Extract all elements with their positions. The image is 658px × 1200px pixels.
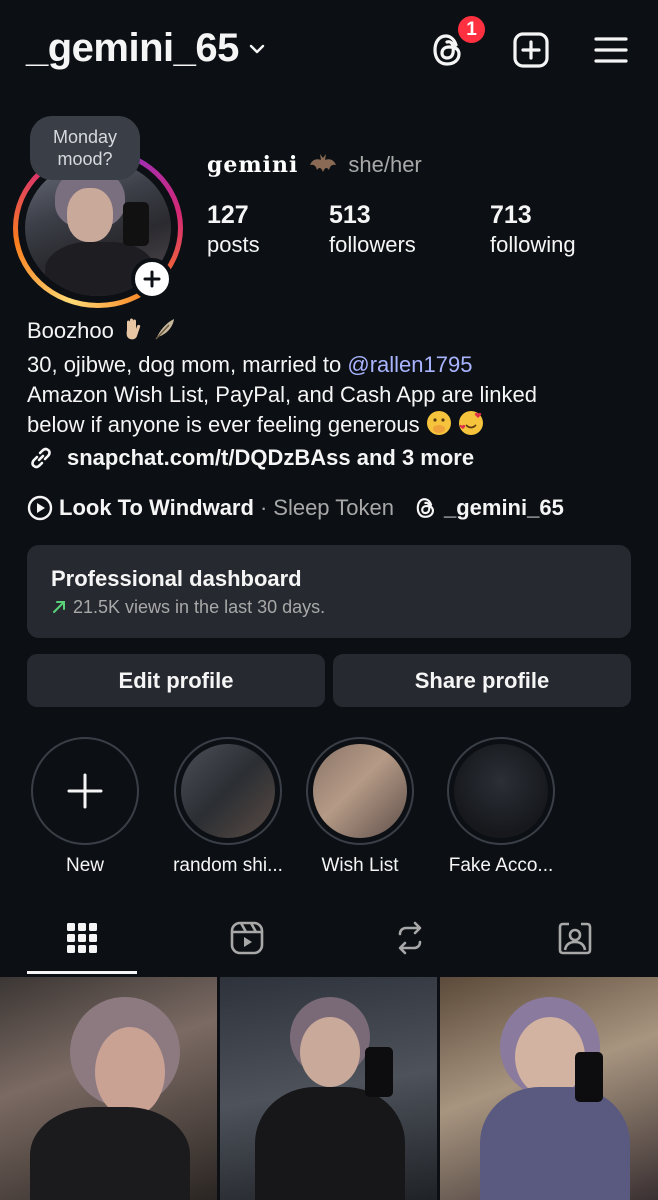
plus-icon [67,773,103,809]
note-bubble[interactable]: Monday mood? [30,116,140,180]
display-name: 𝐠𝐞𝐦𝐢𝐧𝐢 [207,152,299,178]
followers-value: 513 [329,201,371,229]
highlight-cover [181,744,275,838]
bat-icon [310,154,337,172]
posts-label: posts [207,232,260,257]
music-row: Look To Windward · Sleep Token _gemini_6… [27,495,564,521]
highlight-new[interactable]: New [27,737,143,877]
edit-profile-button[interactable]: Edit profile [27,654,325,707]
profile-tabs [0,905,658,975]
create-button[interactable] [507,26,555,74]
grid-icon [67,923,97,953]
following-value: 713 [490,201,532,229]
chevron-down-icon [249,44,265,53]
followers-label: followers [329,232,416,257]
share-profile-button[interactable]: Share profile [333,654,631,707]
highlight-wish-list[interactable]: Wish List [302,737,418,877]
professional-dashboard[interactable]: Professional dashboard 21.5K views in th… [27,545,631,638]
tab-tagged[interactable] [520,905,630,971]
tab-reels[interactable] [192,905,302,971]
reels-icon [230,921,264,955]
bio-link[interactable]: snapchat.com/t/DQDzBAss and 3 more [27,444,474,472]
post-thumbnail[interactable] [440,977,658,1200]
name-line: 𝐠𝐞𝐦𝐢𝐧𝐢 she/her [207,152,422,178]
add-story-button[interactable] [131,258,173,300]
post-thumbnail[interactable] [0,977,217,1200]
tab-reposts[interactable] [355,905,465,971]
tagged-icon [558,922,592,955]
following-label: following [490,232,576,257]
threads-icon [416,498,434,518]
highlight-label: random shi... [173,855,283,876]
highlight-label: Wish List [321,855,399,876]
active-tab-indicator [27,971,137,974]
bio-line-1: Boozhoo [27,316,647,350]
highlight-cover [313,744,407,838]
following-count[interactable]: 713 following [490,200,576,260]
menu-button[interactable] [587,26,635,74]
highlight-label: New [65,855,104,876]
mention-link[interactable]: @rallen1795 [347,352,472,377]
posts-value: 127 [207,201,249,229]
posts-count[interactable]: 127 posts [207,200,260,260]
notification-badge: 1 [455,13,488,46]
tab-posts[interactable] [27,905,137,971]
feather-icon [152,316,178,350]
bio-link-text: snapchat.com/t/DQDzBAss and 3 more [67,445,475,470]
play-circle-icon [27,495,53,521]
separator: · [259,495,268,520]
bio-line-2: 30, ojibwe, dog mom, married to @rallen1… [27,352,473,377]
song-artist[interactable]: Sleep Token [273,495,394,521]
bio: Boozhoo 30, ojibwe, dog mom, married to … [27,316,647,444]
repost-icon [398,921,422,955]
highlight-fake-accounts[interactable]: Fake Acco... [437,737,565,877]
waving-hand-icon [120,316,146,350]
account-switcher[interactable]: _gemini_65 [26,26,267,71]
plus-square-icon [513,32,549,68]
top-bar: _gemini_65 1 [0,0,658,100]
bio-line-4: below if anyone is ever feeling generous [27,410,647,444]
bio-line-3: Amazon Wish List, PayPal, and Cash App a… [27,382,537,407]
highlight-cover [454,744,548,838]
post-grid [0,977,658,1200]
followers-count[interactable]: 513 followers [329,200,416,260]
threads-handle[interactable]: _gemini_65 [444,495,564,521]
post-thumbnail[interactable] [220,977,437,1200]
dashboard-subtitle: 21.5K views in the last 30 days. [51,595,607,619]
highlight-random[interactable]: random shi... [164,737,292,877]
hamburger-icon [594,37,628,63]
face-with-hand-icon [426,410,452,444]
username-label: _gemini_65 [26,26,239,70]
smiling-face-hearts-icon [458,410,484,444]
song-title[interactable]: Look To Windward [59,495,254,521]
pronouns: she/her [348,152,422,177]
highlight-label: Fake Acco... [448,855,554,876]
plus-icon [143,270,161,288]
dashboard-title: Professional dashboard [51,566,302,591]
trend-up-icon [53,601,65,613]
link-icon [31,447,51,469]
